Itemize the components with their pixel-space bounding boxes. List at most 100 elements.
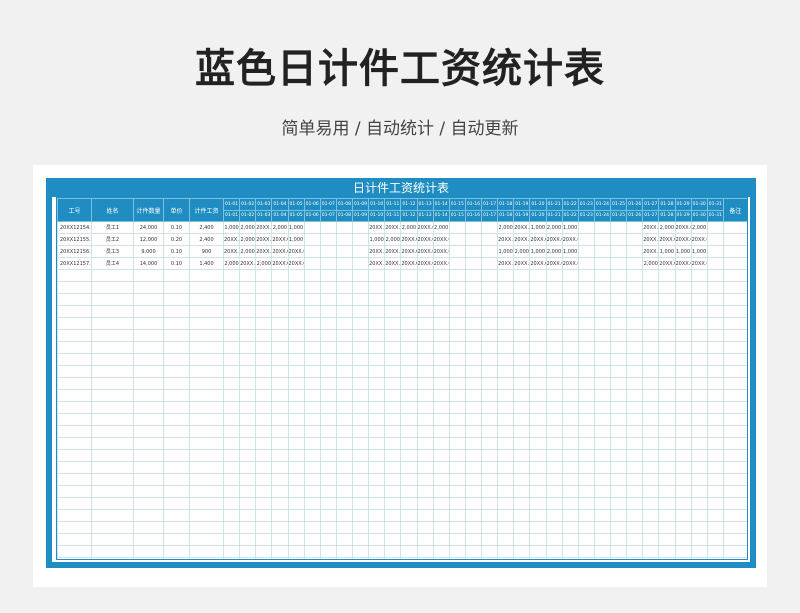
empty-cell[interactable] [706,521,724,534]
empty-cell[interactable] [432,461,450,474]
empty-cell[interactable] [480,425,499,438]
empty-cell[interactable] [189,317,224,330]
empty-cell[interactable] [626,449,644,462]
empty-cell[interactable] [163,473,190,486]
empty-cell[interactable] [239,377,257,390]
empty-cell[interactable] [255,545,273,558]
empty-cell[interactable] [91,461,134,474]
empty-cell[interactable] [480,353,499,366]
empty-cell[interactable] [416,545,434,558]
empty-cell[interactable] [480,389,499,402]
empty-cell[interactable] [497,449,515,462]
empty-cell[interactable] [561,545,579,558]
empty-cell[interactable] [400,509,418,522]
empty-cell[interactable] [497,473,515,486]
empty-cell[interactable] [57,341,92,354]
empty-cell[interactable] [189,305,224,318]
empty-cell[interactable] [335,329,354,342]
empty-cell[interactable] [577,449,595,462]
empty-cell[interactable] [626,341,644,354]
empty-cell[interactable] [384,353,402,366]
empty-cell[interactable] [513,377,531,390]
empty-cell[interactable] [658,317,676,330]
empty-cell[interactable] [674,281,692,294]
empty-cell[interactable] [529,533,547,546]
empty-cell[interactable] [706,401,724,414]
empty-cell[interactable] [626,329,644,342]
empty-cell[interactable] [271,533,289,546]
day-cell[interactable] [303,245,321,258]
empty-cell[interactable] [271,473,289,486]
empty-cell[interactable] [287,305,305,318]
empty-cell[interactable] [497,497,515,510]
empty-cell[interactable] [513,425,531,438]
empty-cell[interactable] [57,317,92,330]
empty-cell[interactable] [529,485,547,498]
empty-cell[interactable] [400,365,418,378]
empty-cell[interactable] [674,449,692,462]
empty-cell[interactable] [91,389,134,402]
empty-cell[interactable] [416,557,434,559]
empty-cell[interactable] [163,545,190,558]
day-cell[interactable]: 20XX.C [674,257,692,270]
empty-cell[interactable] [271,377,289,390]
empty-cell[interactable] [57,461,92,474]
empty-cell[interactable] [642,521,660,534]
empty-cell[interactable] [577,425,595,438]
empty-cell[interactable] [642,401,660,414]
empty-cell[interactable] [722,545,747,558]
empty-cell[interactable] [400,305,418,318]
empty-cell[interactable] [545,293,563,306]
quantity-cell[interactable]: 14,000 [133,257,164,270]
day-cell[interactable] [351,245,370,258]
empty-cell[interactable] [416,497,434,510]
empty-cell[interactable] [189,293,224,306]
empty-cell[interactable] [448,545,466,558]
empty-cell[interactable] [368,341,386,354]
empty-cell[interactable] [384,293,402,306]
empty-cell[interactable] [609,461,628,474]
empty-cell[interactable] [303,353,321,366]
empty-cell[interactable] [91,533,134,546]
empty-cell[interactable] [642,449,660,462]
empty-cell[interactable] [706,329,724,342]
empty-cell[interactable] [319,533,337,546]
empty-cell[interactable] [133,365,164,378]
empty-cell[interactable] [626,521,644,534]
empty-cell[interactable] [384,317,402,330]
empty-cell[interactable] [561,293,579,306]
day-cell[interactable]: 20XX.C [642,245,660,258]
day-cell[interactable]: 20XX.C [368,245,386,258]
empty-cell[interactable] [561,413,579,426]
empty-cell[interactable] [674,461,692,474]
empty-cell[interactable] [133,509,164,522]
day-cell[interactable]: 20XX.0 [690,257,708,270]
empty-cell[interactable] [658,341,676,354]
remark-cell[interactable] [722,245,747,258]
day-cell[interactable]: 1,000 [497,245,515,258]
empty-cell[interactable] [239,413,257,426]
day-cell[interactable]: 20XX.C [497,233,515,246]
empty-cell[interactable] [513,269,531,282]
empty-cell[interactable] [626,509,644,522]
empty-cell[interactable] [642,413,660,426]
empty-cell[interactable] [351,281,370,294]
empty-cell[interactable] [545,341,563,354]
empty-cell[interactable] [497,401,515,414]
empty-cell[interactable] [577,317,595,330]
empty-cell[interactable] [287,365,305,378]
empty-cell[interactable] [368,413,386,426]
empty-cell[interactable] [464,293,483,306]
empty-cell[interactable] [497,545,515,558]
empty-cell[interactable] [706,533,724,546]
empty-cell[interactable] [464,389,483,402]
empty-cell[interactable] [222,377,241,390]
empty-cell[interactable] [239,389,257,402]
empty-cell[interactable] [432,557,450,559]
day-cell[interactable]: 1,000 [690,245,708,258]
empty-cell[interactable] [368,521,386,534]
empty-cell[interactable] [255,485,273,498]
empty-cell[interactable] [384,389,402,402]
empty-cell[interactable] [545,389,563,402]
empty-cell[interactable] [497,377,515,390]
